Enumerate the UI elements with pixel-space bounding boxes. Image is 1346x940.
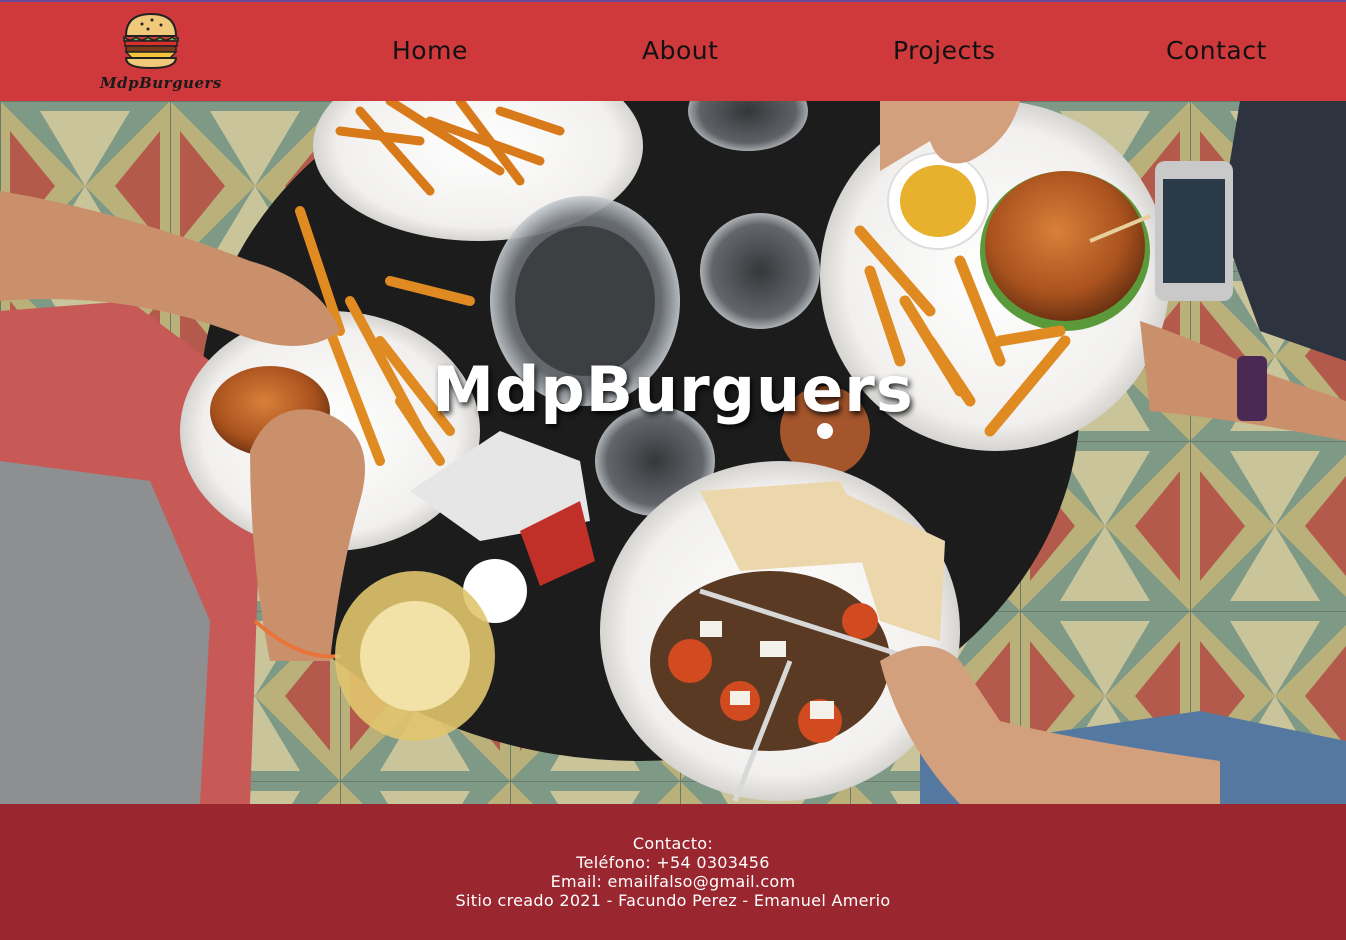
logo-text: MdpBurguers [100,74,222,92]
hero-title: MdpBurguers [432,353,914,426]
contact-phone: Teléfono: +54 0303456 [576,853,770,872]
hero-food-photo [0,101,1346,804]
contact-email: Email: emailfalso@gmail.com [550,872,796,891]
nav-home-link[interactable]: Home [392,36,468,65]
site-footer: Contacto: Teléfono: +54 0303456 Email: e… [0,804,1346,940]
nav-about-link[interactable]: About [642,36,718,65]
burger-icon [123,12,179,70]
logo[interactable]: MdpBurguers [100,8,222,96]
nav-projects-link[interactable]: Projects [893,36,996,65]
site-header: MdpBurguers Home About Projects Contact [0,0,1346,101]
hero-banner: MdpBurguers [0,101,1346,804]
site-credits: Sitio creado 2021 - Facundo Perez - Eman… [455,891,891,910]
footer-contact-info: Contacto: Teléfono: +54 0303456 Email: e… [0,834,1346,910]
nav-contact-link[interactable]: Contact [1166,36,1267,65]
contact-heading: Contacto: [632,834,714,853]
